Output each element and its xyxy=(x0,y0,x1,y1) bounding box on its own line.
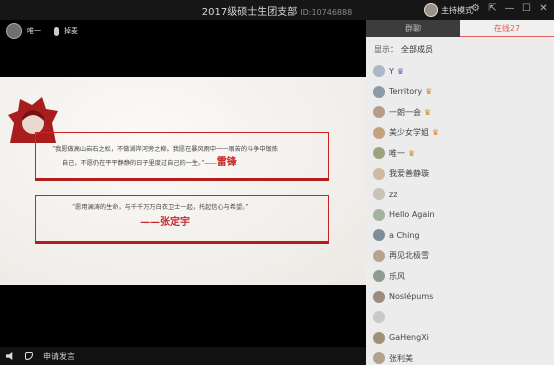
member-name: 我爱善静璇 xyxy=(389,169,429,179)
role-badge-icon: ♛ xyxy=(408,148,416,158)
quote-box-1 xyxy=(35,132,329,181)
settings-icon[interactable]: ⚙ xyxy=(470,3,481,14)
member-name: Territory xyxy=(389,87,423,97)
member-item[interactable]: 张利美 xyxy=(366,348,554,365)
member-avatar xyxy=(373,290,385,303)
window-controls: ⚙ ⇱ — ☐ ✕ xyxy=(470,3,549,14)
member-avatar xyxy=(373,270,385,283)
filter-label: 显示： xyxy=(374,45,398,54)
mic-label: 掉麦 xyxy=(64,27,78,35)
member-avatar xyxy=(373,208,385,221)
tab-online[interactable]: 在线27 xyxy=(460,20,554,37)
member-name: 乐风 xyxy=(389,271,405,281)
member-item[interactable]: 再见北极雪 xyxy=(366,246,554,267)
member-item[interactable]: 我爱善静璇 xyxy=(366,164,554,185)
member-avatar xyxy=(373,352,385,365)
filter-value: 全部成员 xyxy=(401,45,433,54)
member-avatar xyxy=(373,229,385,242)
role-badge-icon: ♛ xyxy=(424,107,432,117)
member-item[interactable]: Noslépums xyxy=(366,287,554,308)
role-badge-icon: ♛ xyxy=(396,66,405,76)
title-bar: 2017级硕士生团支部 ID:10746888 主持模式 ⚙ ⇱ — ☐ ✕ xyxy=(0,0,554,20)
member-item[interactable]: zz xyxy=(366,184,554,205)
member-item[interactable]: Y ♛ xyxy=(366,61,554,82)
member-item[interactable]: 唯一 ♛ xyxy=(366,143,554,164)
member-list: Y ♛ Territory ♛ 一朗一会 ♛ 美少女学姐 ♛ 唯一 ♛ 我爱善静璇 zz Hello A… xyxy=(366,61,554,365)
speaker-icon[interactable] xyxy=(6,352,13,360)
tab-group-chat[interactable]: 群聊 xyxy=(366,20,460,37)
quote2-author: ——张定宇 xyxy=(140,217,190,228)
member-filter[interactable]: 显示： 全部成员 xyxy=(374,44,433,55)
member-name: 张利美 xyxy=(389,353,413,363)
shared-slide xyxy=(0,77,366,285)
phone-icon[interactable] xyxy=(25,352,33,360)
member-name: Y xyxy=(389,66,394,76)
member-avatar xyxy=(373,147,385,160)
member-item[interactable]: 乐风 xyxy=(366,266,554,287)
member-avatar xyxy=(373,167,385,180)
member-name: 一朗一会 xyxy=(389,107,421,117)
member-name: 美少女学姐 xyxy=(389,128,429,138)
speaker-avatar xyxy=(6,23,22,39)
member-name: Noslépums xyxy=(389,292,434,302)
quote2-line1: “愿用澜涛的生命，与千千万万白衣卫士一起，托起信心与希望。” xyxy=(72,204,249,211)
member-avatar xyxy=(373,65,385,78)
quote1-text: 自己，不愿仍在平平静静的日子里度过自己的一生。”—— xyxy=(62,160,217,167)
speaker-bar: 唯一 掉麦 xyxy=(6,23,78,39)
video-stage: 唯一 掉麦 “我愿做高山岩石之松，不做湖岸河旁之柳。我愿在暴风雨中一一艰苦的斗争… xyxy=(0,20,372,365)
minimize-icon[interactable]: — xyxy=(504,3,515,14)
quote1-author: 雷锋 xyxy=(216,157,237,168)
member-item[interactable] xyxy=(366,307,554,328)
member-name: a Ching xyxy=(389,230,420,240)
panel-tabs: 群聊 在线27 xyxy=(366,20,554,37)
member-panel: 群聊 在线27 显示： 全部成员 Y ♛ Territory ♛ 一朗一会 ♛ 美少女学姐 ♛ 唯… xyxy=(366,20,554,365)
maximize-icon[interactable]: ☐ xyxy=(521,3,532,14)
quote1-line1: “我愿做高山岩石之松，不做湖岸河旁之柳。我愿在暴风雨中一一艰苦的斗争中锻炼 xyxy=(52,146,278,153)
popout-icon[interactable]: ⇱ xyxy=(487,3,498,14)
member-item[interactable]: a Ching xyxy=(366,225,554,246)
member-item[interactable]: 一朗一会 ♛ xyxy=(366,102,554,123)
member-name: zz xyxy=(389,189,398,199)
close-icon[interactable]: ✕ xyxy=(538,3,549,14)
speaker-name: 唯一 xyxy=(27,27,41,35)
host-mode-label: 主持模式 xyxy=(441,5,473,15)
member-avatar xyxy=(373,331,385,344)
room-id: ID:10746888 xyxy=(300,8,353,17)
member-avatar xyxy=(373,106,385,119)
member-avatar xyxy=(373,311,385,324)
member-avatar xyxy=(373,249,385,262)
member-item[interactable]: 美少女学姐 ♛ xyxy=(366,123,554,144)
member-name: 再见北极雪 xyxy=(389,251,429,261)
bottom-toolbar: 申请发言 xyxy=(0,347,372,365)
mic-icon[interactable] xyxy=(54,26,59,36)
member-name: Hello Again xyxy=(389,210,435,220)
apply-speak-button[interactable]: 申请发言 xyxy=(43,351,75,362)
member-avatar xyxy=(373,126,385,139)
role-badge-icon: ♛ xyxy=(432,128,440,138)
quote1-line2: 自己，不愿仍在平平静静的日子里度过自己的一生。”——雷锋 xyxy=(62,157,332,169)
member-avatar xyxy=(373,85,385,98)
member-name: 唯一 xyxy=(389,148,405,158)
member-avatar xyxy=(373,188,385,201)
member-item[interactable]: Hello Again xyxy=(366,205,554,226)
group-name: 2017级硕士生团支部 xyxy=(201,7,298,18)
member-item[interactable]: Territory ♛ xyxy=(366,82,554,103)
member-name: GaHengXi xyxy=(389,333,429,343)
role-badge-icon: ♛ xyxy=(425,87,433,97)
host-avatar xyxy=(424,3,438,17)
member-item[interactable]: GaHengXi xyxy=(366,328,554,349)
host-mode-toggle[interactable]: 主持模式 xyxy=(424,3,473,17)
